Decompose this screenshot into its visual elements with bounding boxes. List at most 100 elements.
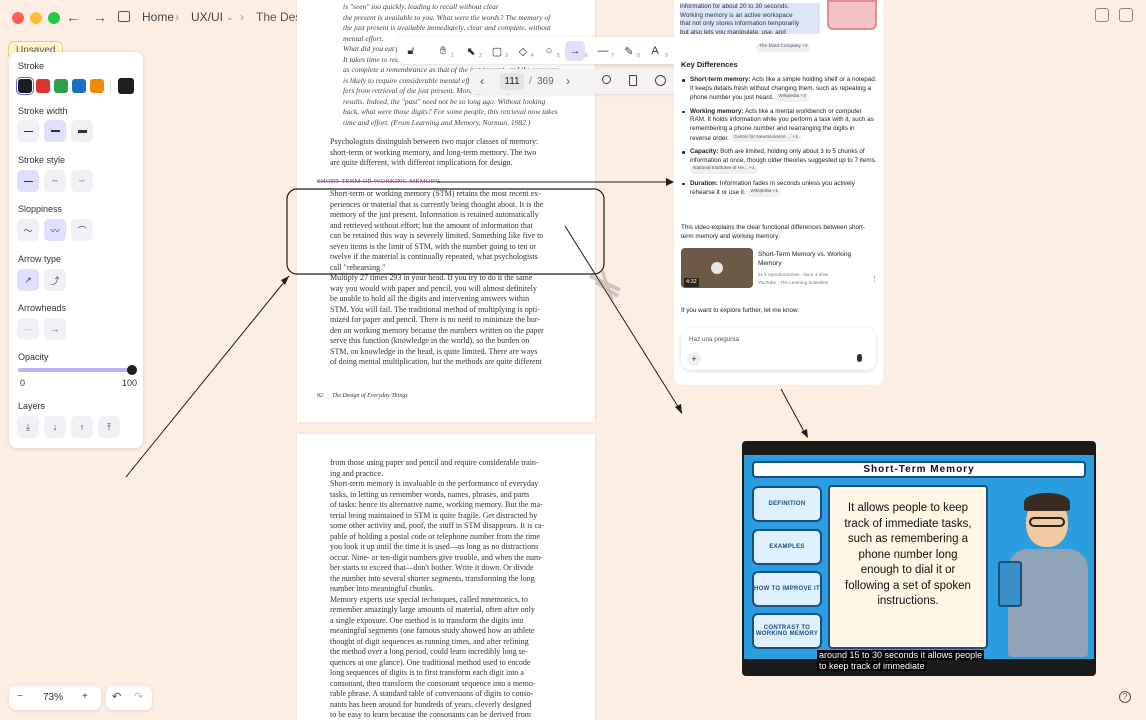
ask-input-box[interactable]: Haz una pregunta + bbox=[681, 328, 876, 370]
board-line: phone number long bbox=[858, 548, 958, 561]
board-line: such as remembering a bbox=[847, 533, 969, 545]
video-title[interactable]: Short-Term Memory vs. Working Memory bbox=[758, 251, 868, 268]
chat-top-highlight: information for about 20 to 30 seconds. … bbox=[680, 3, 820, 34]
video-board: It allows people to keep track of immedia… bbox=[828, 485, 988, 649]
shortcut-key: 1 bbox=[451, 53, 454, 59]
video-card[interactable]: 4:32 Short-Term Memory vs. Working Memor… bbox=[681, 248, 878, 290]
teacher-hair bbox=[1024, 493, 1070, 511]
highlight-line: information for about 20 to 30 seconds. bbox=[680, 3, 820, 12]
redo-icon[interactable]: ↷ bbox=[134, 690, 143, 703]
video-menu-button[interactable]: EXAMPLES bbox=[752, 529, 822, 565]
previous-page-icon[interactable]: ‹ bbox=[480, 74, 484, 88]
video-channel: YouTube · The Learning Scientists bbox=[758, 280, 829, 285]
teacher-glasses bbox=[1029, 517, 1065, 527]
bullet-title: Working memory: bbox=[690, 107, 744, 115]
bullet-title: Capacity: bbox=[690, 148, 719, 156]
hand-tool-icon[interactable]: ✋︎ bbox=[433, 41, 453, 61]
key-difference-item: Capacity: Both are limited, holding only… bbox=[681, 148, 877, 175]
bullet-dot bbox=[682, 79, 685, 82]
undo-icon[interactable]: ↶ bbox=[112, 690, 121, 703]
citation-chip[interactable]: National Institutes of He... +1 bbox=[690, 165, 758, 174]
board-line: track of immediate tasks, bbox=[844, 517, 972, 530]
key-differences-list: Short-term memory: Acts like a simple ho… bbox=[681, 76, 877, 203]
caption-line-1: around 15 to 30 seconds it allows people bbox=[817, 650, 985, 660]
ellipse-tool-icon[interactable]: ○ bbox=[539, 41, 559, 61]
arrow-to-video-head bbox=[675, 404, 682, 414]
document-icon[interactable] bbox=[629, 75, 637, 86]
draw-tool-icon[interactable]: ✎ bbox=[619, 41, 639, 61]
add-attachment-button[interactable]: + bbox=[687, 352, 701, 366]
video-more-icon[interactable]: ⋮ bbox=[871, 276, 878, 285]
video-thumbnail[interactable]: 4:32 bbox=[681, 248, 753, 288]
shortcut-key: 4 bbox=[531, 53, 534, 59]
key-difference-item: Duration: Information fades in seconds u… bbox=[681, 180, 877, 198]
explore-text: If you want to explore further, let me k… bbox=[681, 307, 800, 314]
next-page-icon[interactable]: › bbox=[566, 74, 570, 88]
page-separator: / bbox=[529, 76, 532, 87]
microphone-icon[interactable] bbox=[857, 354, 862, 362]
chat-to-video-head bbox=[801, 429, 808, 438]
current-page-input[interactable]: 111 bbox=[500, 73, 524, 90]
bullet-title: Short-term memory: bbox=[690, 76, 751, 83]
source-chip[interactable]: The Mind Company +2 bbox=[756, 43, 811, 52]
bullet-title: Duration: bbox=[690, 179, 718, 187]
shortcut-key: 2 bbox=[479, 53, 482, 59]
board-line: It allows people to keep bbox=[847, 502, 969, 514]
cartoon-teacher bbox=[998, 493, 1090, 657]
shortcut-key: 9 bbox=[665, 53, 668, 59]
ask-input-placeholder[interactable]: Haz una pregunta bbox=[689, 336, 739, 345]
bullet-dot bbox=[682, 110, 685, 114]
stm-highlight-box[interactable] bbox=[286, 188, 605, 275]
shortcut-key: 7 bbox=[611, 53, 614, 59]
video-duration: 4:32 bbox=[684, 278, 699, 287]
play-icon[interactable] bbox=[711, 262, 723, 274]
zoom-controls: − 73% + bbox=[9, 686, 101, 710]
line-tool-icon[interactable]: — bbox=[593, 41, 613, 61]
video-title-banner: Short-Term Memory bbox=[752, 461, 1086, 478]
key-difference-item: Short-term memory: Acts like a simple ho… bbox=[681, 76, 877, 103]
ai-chat-panel: information for about 20 to 30 seconds. … bbox=[674, 0, 883, 385]
chat-to-video-arrow[interactable] bbox=[780, 388, 808, 438]
selection-tool-icon[interactable]: ⬉ bbox=[461, 41, 481, 61]
zoom-in-button[interactable]: + bbox=[82, 691, 88, 702]
board-line: instructions. bbox=[877, 595, 939, 607]
lock-icon[interactable]: 🔓︎ bbox=[401, 41, 421, 61]
text-tool-icon[interactable]: A bbox=[645, 41, 665, 61]
board-line: following a set of spoken bbox=[845, 579, 971, 592]
citation-chip[interactable]: Wikipedia +1 bbox=[747, 188, 782, 198]
shortcut-key: 5 bbox=[557, 53, 560, 59]
help-icon[interactable]: ? bbox=[1119, 691, 1131, 703]
caption-line-2: to keep track of immediate bbox=[817, 661, 927, 671]
video-player[interactable]: Short-Term Memory DEFINITION EXAMPLES HOW … bbox=[742, 441, 1096, 676]
arrow-tool-icon[interactable]: → bbox=[565, 41, 585, 61]
heading-connector-head bbox=[666, 178, 674, 186]
highlight-line: but also lets you manipulate, use, and bbox=[680, 28, 820, 34]
diamond-tool-icon[interactable]: ◇ bbox=[513, 41, 533, 61]
bullet-text: Both are limited, holding only about 3 t… bbox=[690, 148, 877, 164]
video-intro-text: This video explains the clear functional… bbox=[681, 224, 865, 240]
highlight-line: that not only stores information tempora… bbox=[680, 20, 820, 29]
rectangle-tool-icon[interactable]: ▢ bbox=[487, 41, 507, 61]
shortcut-key: 3 bbox=[505, 53, 508, 59]
citation-chip[interactable]: Centre for Neuroscience ... +1 bbox=[730, 133, 801, 143]
key-differences-heading: Key Differences bbox=[681, 60, 738, 69]
video-menu-button[interactable]: CONTRAST TO WORKING MEMORY bbox=[752, 613, 822, 649]
arrow-to-video[interactable] bbox=[564, 225, 683, 414]
arrow-to-box[interactable] bbox=[125, 275, 290, 478]
key-difference-item: Working memory: Acts like a mental workb… bbox=[681, 108, 877, 143]
citation-chip[interactable]: Wikipedia +2 bbox=[775, 93, 810, 102]
globe-icon[interactable] bbox=[655, 75, 666, 86]
shortcut-key: 8 bbox=[637, 53, 640, 59]
book-icon bbox=[998, 561, 1022, 607]
bullet-dot bbox=[682, 182, 685, 186]
source-thumbnail[interactable] bbox=[827, 0, 877, 30]
video-menu-button[interactable]: DEFINITION bbox=[752, 486, 822, 522]
zoom-level[interactable]: 73% bbox=[43, 692, 63, 703]
video-board-text: It allows people to keep track of immedia… bbox=[830, 501, 986, 610]
shortcut-key: 6 bbox=[585, 53, 588, 59]
zoom-out-button[interactable]: − bbox=[17, 691, 23, 702]
board-line: enough to dial it or bbox=[860, 564, 956, 576]
highlight-line: Working memory is an active workspace bbox=[680, 11, 820, 21]
video-menu-button[interactable]: HOW TO IMPROVE IT bbox=[752, 571, 822, 607]
search-icon[interactable] bbox=[602, 75, 611, 84]
